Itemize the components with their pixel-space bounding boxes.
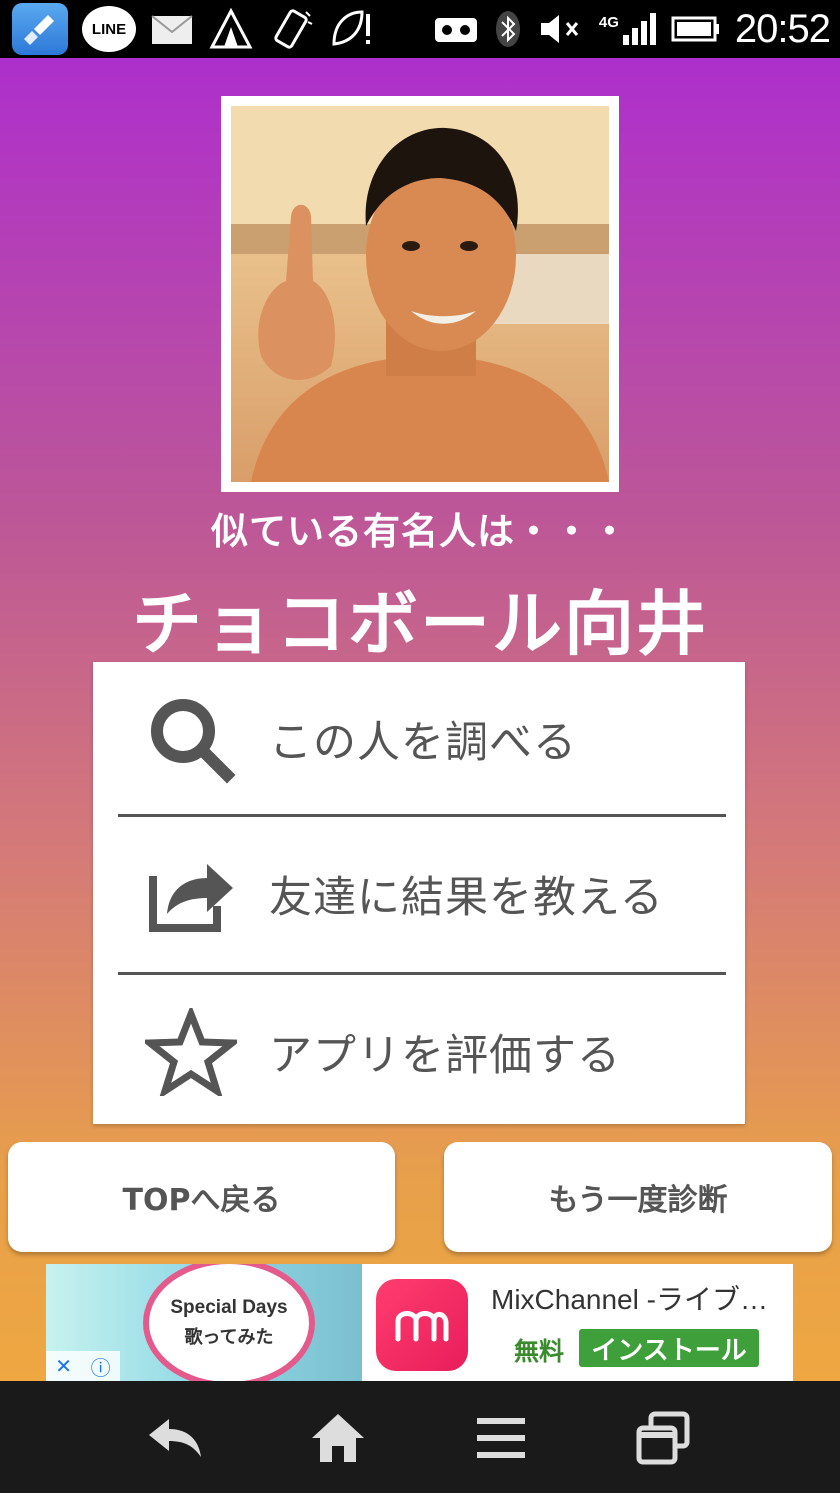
cleaner-app-icon bbox=[12, 3, 68, 55]
mixchannel-logo-icon bbox=[366, 1270, 478, 1380]
ad-title: MixChannel -ライブ… bbox=[491, 1284, 768, 1315]
vr-icon bbox=[433, 12, 479, 46]
menu-item-rate-app[interactable]: アプリを評価する bbox=[93, 975, 745, 1129]
leaf-notice-icon bbox=[328, 6, 374, 52]
result-subtitle: 似ている有名人は・・・ bbox=[211, 510, 629, 553]
notification-icons: LINE bbox=[12, 3, 374, 55]
signal-4g-icon: 4G bbox=[599, 11, 657, 47]
menu-item-label: 友達に結果を教える bbox=[269, 873, 664, 923]
celebrity-name: チョコボール向井 bbox=[132, 583, 708, 665]
ad-price: 無料 bbox=[514, 1337, 565, 1366]
phone-vibrate-icon bbox=[268, 6, 314, 52]
celebrity-photo-frame bbox=[221, 96, 619, 492]
share-icon bbox=[141, 844, 241, 944]
search-icon bbox=[141, 689, 241, 789]
star-icon bbox=[141, 1002, 241, 1102]
retry-diagnosis-button[interactable]: もう一度診断 bbox=[444, 1142, 832, 1252]
ad-install-button[interactable]: インストール bbox=[579, 1329, 759, 1367]
camp-tent-icon bbox=[208, 7, 254, 51]
menu-icon[interactable] bbox=[466, 1403, 536, 1473]
system-status-icons: 4G 20:52 bbox=[433, 6, 831, 52]
result-screen: 似ている有名人は・・・ チョコボール向井 この人を調べる 友達に結果を教える ア… bbox=[0, 58, 840, 1381]
mail-icon bbox=[150, 10, 194, 48]
mute-icon bbox=[537, 11, 585, 47]
recent-apps-icon[interactable] bbox=[628, 1403, 698, 1473]
ad-thumbnail-badge: Special Days 歌ってみた bbox=[143, 1264, 315, 1381]
status-bar: LINE 4G 20:52 bbox=[0, 0, 840, 58]
celebrity-photo bbox=[231, 106, 609, 482]
menu-item-search-person[interactable]: この人を調べる bbox=[93, 662, 745, 816]
back-icon[interactable] bbox=[140, 1403, 210, 1473]
line-app-icon: LINE bbox=[82, 6, 136, 52]
menu-item-label: アプリを評価する bbox=[269, 1031, 621, 1081]
action-menu: この人を調べる 友達に結果を教える アプリを評価する bbox=[93, 662, 745, 1124]
ad-banner[interactable]: Special Days 歌ってみた ✕ ⓘ MixChannel -ライブ… … bbox=[46, 1264, 793, 1381]
back-to-top-button[interactable]: TOPへ戻る bbox=[8, 1142, 395, 1252]
battery-icon bbox=[671, 14, 721, 44]
ad-info-icon[interactable]: ⓘ bbox=[91, 1352, 111, 1381]
menu-item-share-result[interactable]: 友達に結果を教える bbox=[93, 817, 745, 971]
bluetooth-icon bbox=[493, 9, 523, 49]
navigation-bar bbox=[0, 1381, 840, 1493]
ad-close-icon[interactable]: ✕ bbox=[55, 1354, 72, 1378]
home-icon[interactable] bbox=[303, 1403, 373, 1473]
status-clock: 20:52 bbox=[734, 6, 831, 51]
menu-item-label: この人を調べる bbox=[269, 718, 577, 768]
ad-controls: ✕ ⓘ bbox=[46, 1351, 120, 1381]
